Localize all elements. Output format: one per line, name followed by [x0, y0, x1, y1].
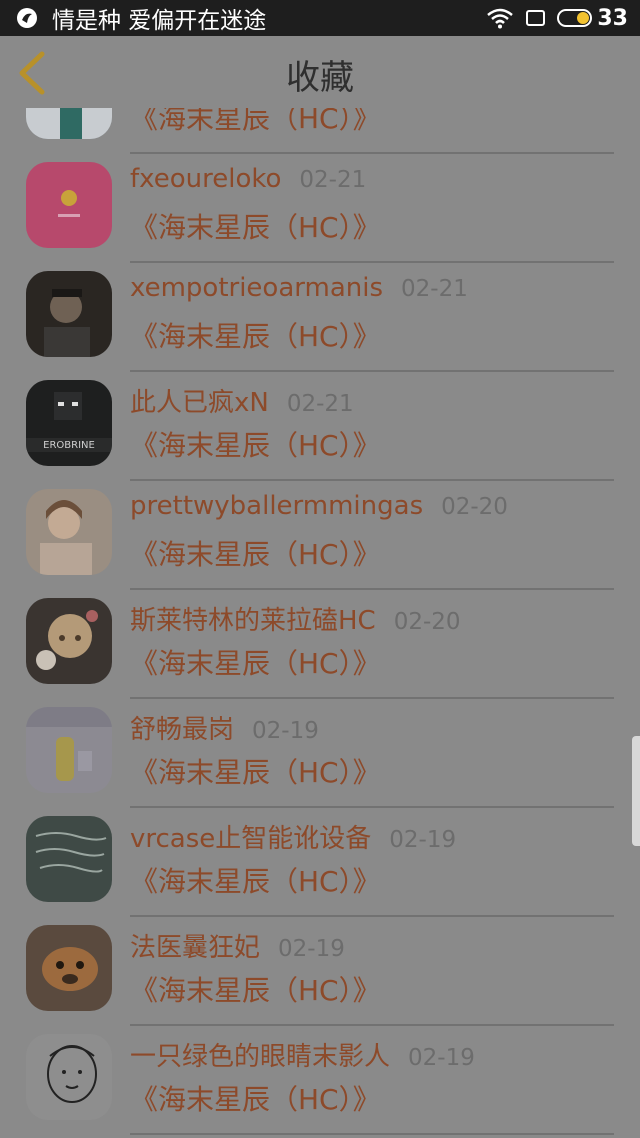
favorites-list: 《海末星辰（HC）》 fxeoureloko 02-21 《海末星辰（HC）》	[0, 108, 640, 1138]
name-line: fxeoureloko 02-21	[130, 164, 366, 194]
avatar	[26, 271, 112, 357]
list-item[interactable]: xempotrieoarmanis 02-21 《海末星辰（HC）》	[0, 263, 640, 372]
item-name: 此人已疯xN	[130, 388, 269, 418]
name-line: prettwyballermmingas 02-20	[130, 491, 508, 521]
cartoon-wall-image	[26, 707, 112, 793]
item-date: 02-19	[389, 827, 457, 853]
item-name: 法医曩狂妃	[130, 933, 261, 963]
avatar	[26, 108, 112, 139]
scroll-handle[interactable]	[632, 736, 640, 846]
item-date: 02-21	[299, 167, 367, 193]
item-date: 02-19	[252, 718, 319, 744]
item-subtitle: 《海末星辰（HC）》	[130, 974, 381, 1007]
wifi-icon	[487, 8, 514, 29]
item-subtitle: 《海末星辰（HC）》	[130, 647, 381, 680]
name-line: 法医曩狂妃 02-19	[130, 927, 345, 964]
item-name: fxeoureloko	[130, 164, 282, 194]
signal-square-icon	[526, 10, 546, 26]
item-subtitle: 《海末星辰（HC）》	[130, 538, 381, 571]
status-left: 情是种 爱偏开在迷途	[16, 0, 266, 36]
name-line: 一只绿色的眼睛末影人 02-19	[130, 1036, 475, 1073]
item-date: 02-20	[441, 494, 508, 520]
list-item[interactable]: EROBRINE 此人已疯xN 02-21 《海末星辰（HC）》	[0, 372, 640, 481]
avatar	[26, 162, 112, 248]
avatar	[26, 816, 112, 902]
status-right: 33	[487, 0, 628, 36]
svg-text:EROBRINE: EROBRINE	[43, 440, 95, 451]
girl-photo-image	[26, 489, 112, 575]
name-line: vrcase止智能讹设备 02-19	[130, 818, 456, 855]
name-line: 斯莱特林的莱拉磕HC 02-20	[130, 600, 461, 637]
avatar	[26, 925, 112, 1011]
name-line: 此人已疯xN 02-21	[130, 382, 354, 419]
list-item[interactable]: 斯莱特林的莱拉磕HC 02-20 《海末星辰（HC）》	[0, 590, 640, 699]
minecraft-snow-image	[26, 108, 112, 139]
doodle-face-image	[26, 1034, 112, 1120]
item-name: vrcase止智能讹设备	[130, 824, 372, 854]
status-carrier-text: 情是种 爱偏开在迷途	[52, 8, 267, 34]
anime-girl-image	[26, 598, 112, 684]
app-notification-icon	[17, 8, 37, 28]
avatar	[26, 707, 112, 793]
item-subtitle: 《海末星辰（HC）》	[130, 865, 381, 898]
battery-level: 33	[597, 5, 628, 31]
list-item[interactable]: 舒畅最岗 02-19 《海末星辰（HC）》	[0, 699, 640, 808]
list-item[interactable]: 法医曩狂妃 02-19 《海末星辰（HC）》	[0, 917, 640, 1026]
item-name: 舒畅最岗	[130, 715, 235, 745]
list-item[interactable]: prettwyballermmingas 02-20 《海末星辰（HC）》	[0, 481, 640, 590]
list-item[interactable]: 一只绿色的眼睛末影人 02-19 《海末星辰（HC）》	[0, 1026, 640, 1135]
list-item[interactable]: 《海末星辰（HC）》	[0, 108, 640, 154]
item-name: xempotrieoarmanis	[130, 273, 384, 303]
avatar	[26, 1034, 112, 1120]
item-name: 一只绿色的眼睛末影人	[130, 1042, 391, 1072]
item-date: 02-20	[393, 609, 461, 635]
dog-image	[26, 925, 112, 1011]
item-name: 斯莱特林的莱拉磕HC	[130, 606, 376, 636]
item-subtitle: 《海末星辰（HC）》	[130, 756, 381, 789]
item-name: prettwyballermmingas	[130, 491, 424, 521]
divider	[130, 1133, 614, 1135]
avatar	[26, 489, 112, 575]
item-date: 02-19	[278, 936, 345, 962]
item-date: 02-21	[286, 391, 354, 417]
person-photo-image	[26, 271, 112, 357]
list-item[interactable]: vrcase止智能讹设备 02-19 《海末星辰（HC）》	[0, 808, 640, 917]
item-subtitle: 《海末星辰（HC）》	[130, 429, 381, 462]
herobrine-image: EROBRINE	[26, 380, 112, 466]
avatar: EROBRINE	[26, 380, 112, 466]
item-date: 02-19	[408, 1045, 475, 1071]
header-bar: 收藏	[0, 36, 640, 108]
item-subtitle: 《海末星辰（HC）》	[130, 108, 381, 135]
page-title: 收藏	[286, 58, 354, 98]
status-bar: 情是种 爱偏开在迷途 33	[0, 0, 640, 36]
avatar	[26, 598, 112, 684]
item-subtitle: 《海末星辰（HC）》	[130, 1083, 381, 1116]
list-item[interactable]: fxeoureloko 02-21 《海末星辰（HC）》	[0, 154, 640, 263]
battery-icon	[557, 9, 593, 27]
item-subtitle: 《海末星辰（HC）》	[130, 211, 381, 244]
item-subtitle: 《海末星辰（HC）》	[130, 320, 381, 353]
handwriting-image	[26, 816, 112, 902]
pink-smiley-image	[26, 162, 112, 248]
item-date: 02-21	[401, 276, 468, 302]
name-line: xempotrieoarmanis 02-21	[130, 273, 468, 303]
name-line: 舒畅最岗 02-19	[130, 709, 319, 746]
